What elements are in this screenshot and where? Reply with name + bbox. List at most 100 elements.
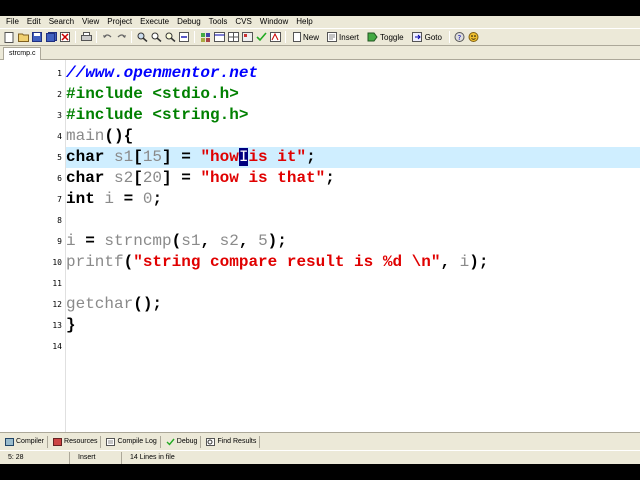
code-line[interactable]: } — [66, 315, 640, 336]
code-token: ] = — [162, 169, 201, 187]
bookmark-icon — [367, 32, 378, 42]
code-token: ( — [123, 253, 134, 271]
code-token: int — [66, 190, 105, 208]
line-number: 11 — [52, 279, 62, 288]
debug-icon[interactable] — [269, 31, 281, 43]
code-token: ); — [267, 232, 287, 250]
cursor-position: 5: 28 — [0, 451, 70, 464]
code-line[interactable] — [66, 210, 640, 231]
code-line[interactable]: #include <stdio.h> — [66, 84, 640, 105]
menu-debug[interactable]: Debug — [173, 16, 205, 28]
code-token: i — [459, 253, 470, 271]
menu-window[interactable]: Window — [256, 16, 292, 28]
code-token: //www.openmentor.net — [66, 64, 259, 82]
compile-run-icon[interactable] — [227, 31, 239, 43]
menu-view[interactable]: View — [78, 16, 103, 28]
tab-debug[interactable]: Debug — [163, 435, 202, 448]
line-number: 12 — [52, 300, 62, 309]
code-token: #include <string.h> — [66, 106, 249, 124]
toggle-bookmark-button[interactable]: Toggle — [367, 32, 404, 42]
goto-bookmark-button[interactable]: Goto — [411, 32, 442, 42]
save-icon[interactable] — [31, 31, 43, 43]
code-line[interactable]: //www.openmentor.net — [66, 63, 640, 84]
line-number: 8 — [57, 216, 62, 225]
line-number: 10 — [52, 258, 62, 267]
svg-text:?: ? — [458, 34, 462, 42]
help-icon[interactable]: ? — [454, 31, 466, 43]
compile-icon[interactable] — [199, 31, 211, 43]
toolbar-separator — [285, 31, 286, 43]
resources-icon — [53, 437, 63, 446]
new-file-icon[interactable] — [3, 31, 15, 43]
toolbar-separator — [131, 31, 132, 43]
edit-mode: Insert — [70, 451, 122, 464]
code-token: , — [440, 253, 460, 271]
code-line[interactable]: char s2[20] = "how is that"; — [66, 168, 640, 189]
file-tab-strcmp[interactable]: strcmp.c — [3, 47, 42, 60]
check-icon[interactable] — [255, 31, 267, 43]
line-count: 14 Lines in file — [130, 453, 175, 461]
new-button[interactable]: New — [293, 32, 319, 42]
code-token: s1 — [114, 148, 134, 166]
print-icon[interactable] — [80, 31, 92, 43]
code-token: = — [114, 190, 143, 208]
code-token: (){ — [104, 127, 134, 145]
debug-check-icon — [166, 438, 175, 446]
menu-project[interactable]: Project — [103, 16, 136, 28]
code-line[interactable]: int i = 0; — [66, 189, 640, 210]
code-token: i — [104, 190, 115, 208]
code-line[interactable] — [66, 273, 640, 294]
find-next-icon[interactable] — [164, 31, 176, 43]
rebuild-icon[interactable] — [241, 31, 253, 43]
code-line[interactable]: printf("string compare result is %d \n",… — [66, 252, 640, 273]
redo-icon[interactable] — [115, 31, 127, 43]
code-token: ( — [171, 232, 182, 250]
menu-execute[interactable]: Execute — [136, 16, 173, 28]
code-token: ; — [325, 169, 335, 187]
code-token: "string compare result is %d \n" — [133, 253, 441, 271]
run-icon[interactable] — [213, 31, 225, 43]
tab-compiler[interactable]: Compiler — [2, 435, 49, 448]
code-line[interactable]: #include <string.h> — [66, 105, 640, 126]
replace-icon[interactable] — [150, 31, 162, 43]
menu-help[interactable]: Help — [292, 16, 316, 28]
code-token: is it" — [248, 148, 307, 166]
line-number: 9 — [57, 237, 62, 246]
line-number: 2 — [57, 90, 62, 99]
undo-icon[interactable] — [101, 31, 113, 43]
line-number: 14 — [52, 342, 62, 351]
find-icon[interactable] — [136, 31, 148, 43]
menu-search[interactable]: Search — [45, 16, 78, 28]
file-tab-strip: strcmp.c — [0, 46, 640, 60]
tab-find-results[interactable]: Find Results — [203, 435, 261, 448]
code-token: printf — [66, 253, 124, 271]
code-token: , — [238, 232, 259, 250]
code-token: char — [66, 148, 115, 166]
code-token: 20 — [142, 169, 163, 187]
about-icon[interactable] — [468, 31, 480, 43]
code-line[interactable]: main(){ — [66, 126, 640, 147]
tab-compile-log[interactable]: Compile Log — [103, 435, 161, 448]
code-token: ; — [152, 190, 163, 208]
code-line[interactable]: char s1[15] = "howIis it"; — [66, 147, 640, 168]
insert-button[interactable]: Insert — [327, 32, 359, 42]
save-all-icon[interactable] — [45, 31, 57, 43]
code-editor[interactable]: 1 2 3 4 5 6 7 8 9 10 11 12 13 14 //www.openmentor.net… — [0, 60, 640, 432]
menu-file[interactable]: File — [2, 16, 23, 28]
code-token: i — [66, 232, 76, 250]
code-line[interactable] — [66, 336, 640, 357]
line-number: 3 — [57, 111, 62, 120]
code-token: ; — [306, 148, 316, 166]
line-number: 7 — [57, 195, 62, 204]
code-token: char — [66, 169, 115, 187]
code-token: strncmp — [104, 232, 172, 250]
menu-tools[interactable]: Tools — [205, 16, 232, 28]
menu-edit[interactable]: Edit — [23, 16, 45, 28]
menu-cvs[interactable]: CVS — [231, 16, 255, 28]
tab-resources[interactable]: Resources — [50, 435, 102, 448]
open-folder-icon[interactable] — [17, 31, 29, 43]
code-line[interactable]: i = strncmp(s1, s2, 5); — [66, 231, 640, 252]
close-file-icon[interactable] — [59, 31, 71, 43]
code-line[interactable]: getchar(); — [66, 294, 640, 315]
goto-line-icon[interactable] — [178, 31, 190, 43]
